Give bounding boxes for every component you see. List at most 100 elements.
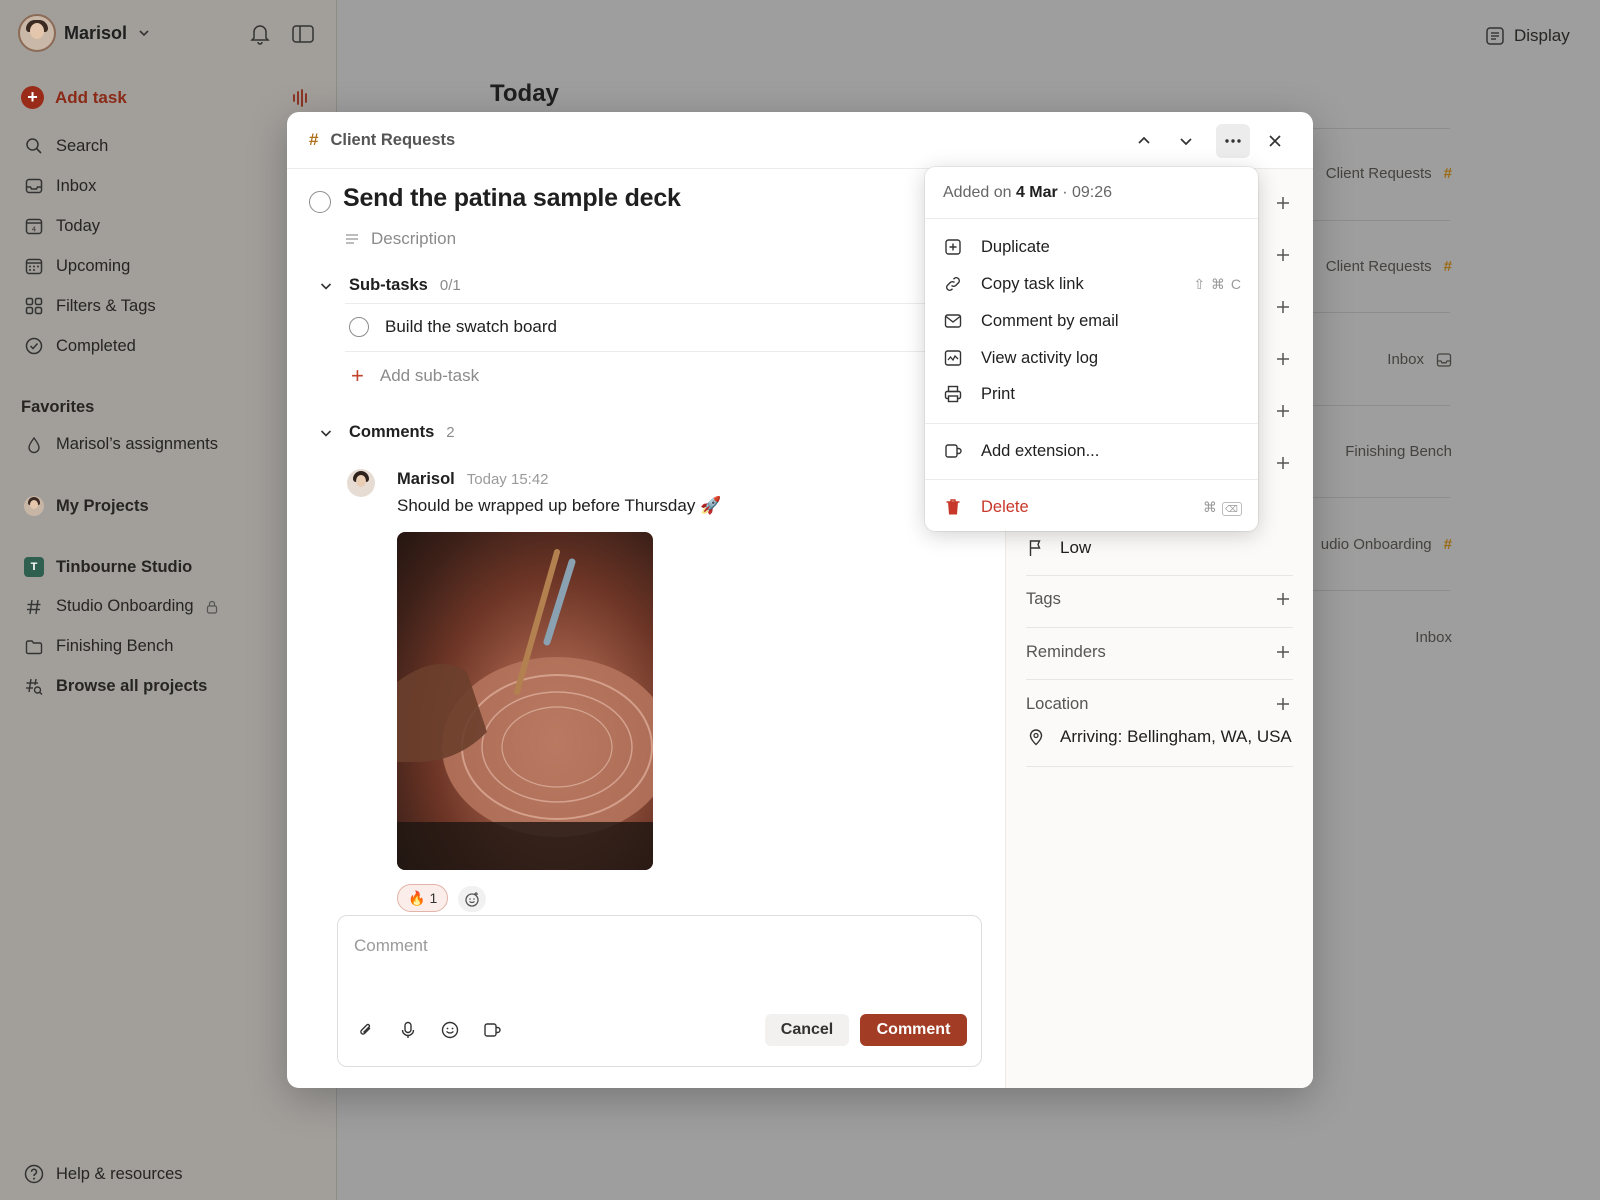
divider bbox=[1300, 405, 1450, 406]
sidebar-item-search[interactable]: Search bbox=[24, 126, 324, 166]
reaction-count: 1 bbox=[429, 890, 438, 906]
menu-item-copy-link[interactable]: Copy task link ⇧ ⌘ C bbox=[943, 269, 1242, 299]
comments-toggle[interactable]: Comments 2 bbox=[319, 423, 455, 442]
grid-icon bbox=[24, 296, 44, 316]
comment-meta: Marisol Today 15:42 bbox=[397, 470, 549, 489]
my-projects-heading[interactable]: My Projects bbox=[24, 496, 149, 516]
task-row-project[interactable]: udio Onboarding # bbox=[1321, 536, 1452, 553]
help-icon bbox=[24, 1164, 44, 1184]
favorites-heading[interactable]: Favorites bbox=[21, 398, 94, 417]
plus-icon[interactable] bbox=[1273, 694, 1293, 714]
add-reaction-button[interactable] bbox=[458, 886, 486, 912]
menu-item-activity-log[interactable]: View activity log bbox=[943, 343, 1242, 373]
check-circle-icon bbox=[24, 336, 44, 356]
row-project-label: Finishing Bench bbox=[1345, 443, 1452, 460]
sidebar-item-completed[interactable]: Completed bbox=[24, 326, 324, 366]
plus-icon[interactable] bbox=[1273, 349, 1293, 369]
plus-icon[interactable] bbox=[1273, 245, 1293, 265]
menu-item-print[interactable]: Print bbox=[943, 379, 1242, 409]
sidebar-item-filters[interactable]: Filters & Tags bbox=[24, 286, 324, 326]
task-row-project[interactable]: Client Requests # bbox=[1326, 165, 1452, 182]
reminders-label: Reminders bbox=[1026, 642, 1106, 661]
menu-item-duplicate[interactable]: Duplicate bbox=[943, 232, 1242, 262]
add-task-button[interactable]: + Add task bbox=[21, 86, 127, 109]
menu-item-delete[interactable]: Delete ⌘ ⌫ bbox=[943, 492, 1242, 522]
location-row[interactable]: Location bbox=[1026, 694, 1293, 714]
plus-icon[interactable] bbox=[1273, 642, 1293, 662]
plus-icon[interactable] bbox=[1273, 297, 1293, 317]
submit-comment-button[interactable]: Comment bbox=[860, 1014, 967, 1046]
bell-icon[interactable] bbox=[250, 23, 270, 45]
help-label: Help & resources bbox=[56, 1164, 183, 1183]
description-field[interactable]: Description bbox=[345, 229, 456, 249]
task-row-project[interactable]: Inbox bbox=[1387, 351, 1452, 368]
sidebar-item-studio-onboarding[interactable]: Studio Onboarding bbox=[24, 597, 218, 616]
location-value[interactable]: Arriving: Bellingham, WA, USA bbox=[1028, 727, 1292, 747]
task-row-project[interactable]: Client Requests # bbox=[1326, 258, 1452, 275]
sidebar-item-today[interactable]: 4 Today bbox=[24, 206, 324, 246]
task-title[interactable]: Send the patina sample deck bbox=[343, 184, 681, 213]
workspace-heading[interactable]: T Tinbourne Studio bbox=[24, 557, 192, 577]
reaction-fire[interactable]: 🔥 1 bbox=[397, 884, 449, 912]
plus-icon[interactable] bbox=[1273, 589, 1293, 609]
add-subtask-button[interactable]: + Add sub-task bbox=[351, 365, 479, 387]
divider bbox=[1300, 312, 1450, 313]
task-row-project[interactable]: Finishing Bench bbox=[1345, 443, 1452, 460]
inbox-icon bbox=[1436, 352, 1452, 368]
menu-item-add-extension[interactable]: Add extension... bbox=[943, 436, 1242, 466]
chevron-up-icon bbox=[1138, 136, 1150, 144]
task-complete-checkbox[interactable] bbox=[309, 191, 331, 213]
extension-button[interactable] bbox=[480, 1018, 504, 1042]
cancel-button[interactable]: Cancel bbox=[765, 1014, 849, 1046]
browse-projects-link[interactable]: Browse all projects bbox=[24, 677, 207, 696]
help-resources-link[interactable]: Help & resources bbox=[24, 1164, 183, 1184]
my-projects-label: My Projects bbox=[56, 496, 149, 515]
emoji-button[interactable] bbox=[438, 1018, 462, 1042]
avatar bbox=[24, 496, 44, 516]
sidebar-item-label: Inbox bbox=[56, 176, 97, 195]
tags-row[interactable]: Tags bbox=[1026, 589, 1293, 609]
description-icon bbox=[346, 234, 358, 244]
reminders-row[interactable]: Reminders bbox=[1026, 642, 1293, 662]
chevron-down-icon bbox=[319, 279, 333, 293]
comment-attachment-image[interactable] bbox=[397, 532, 653, 870]
more-actions-button[interactable] bbox=[1216, 124, 1250, 158]
microphone-icon bbox=[401, 1021, 415, 1038]
plus-icon[interactable] bbox=[1273, 453, 1293, 473]
shortcut-hint: ⌘ ⌫ bbox=[1203, 499, 1242, 516]
sidebar-item-finishing-bench[interactable]: Finishing Bench bbox=[24, 637, 173, 656]
comment-input[interactable]: Comment bbox=[354, 936, 428, 956]
sidebar-item-upcoming[interactable]: Upcoming bbox=[24, 246, 324, 286]
voice-note-button[interactable] bbox=[396, 1018, 420, 1042]
lock-icon bbox=[206, 600, 218, 614]
priority-value[interactable]: Low bbox=[1028, 538, 1091, 558]
divider bbox=[1026, 627, 1293, 628]
divider bbox=[1300, 220, 1450, 221]
task-main-panel: Send the patina sample deck Description … bbox=[287, 169, 1005, 1088]
comment-author: Marisol bbox=[397, 470, 455, 488]
workspace-name: Tinbourne Studio bbox=[56, 557, 193, 576]
sidebar-toggle-icon[interactable] bbox=[292, 24, 314, 44]
menu-item-comment-email[interactable]: Comment by email bbox=[943, 306, 1242, 336]
previous-task-button[interactable] bbox=[1127, 124, 1161, 158]
hash-icon: # bbox=[1443, 258, 1452, 275]
shortcut-hint: ⇧ ⌘ C bbox=[1193, 275, 1242, 292]
sidebar-item-assignments[interactable]: Marisol’s assignments bbox=[24, 435, 218, 454]
flag-icon bbox=[1029, 540, 1041, 556]
attach-button[interactable] bbox=[354, 1018, 378, 1042]
voice-icon[interactable] bbox=[292, 89, 310, 107]
display-button[interactable]: Display bbox=[1485, 26, 1570, 46]
project-breadcrumb[interactable]: # Client Requests bbox=[309, 130, 455, 150]
subtasks-toggle[interactable]: Sub-tasks 0/1 bbox=[319, 276, 461, 295]
sidebar-item-inbox[interactable]: Inbox bbox=[24, 166, 324, 206]
plus-icon[interactable] bbox=[1273, 401, 1293, 421]
subtask-checkbox[interactable] bbox=[349, 317, 369, 337]
chevron-down-icon bbox=[1180, 138, 1192, 146]
task-row-project[interactable]: Inbox bbox=[1415, 629, 1452, 646]
close-button[interactable] bbox=[1258, 124, 1292, 158]
next-task-button[interactable] bbox=[1169, 124, 1203, 158]
user-menu[interactable]: Marisol bbox=[18, 14, 151, 52]
plus-icon[interactable] bbox=[1273, 193, 1293, 213]
subtask-item[interactable]: Build the swatch board bbox=[349, 317, 557, 337]
printer-icon bbox=[943, 384, 963, 404]
